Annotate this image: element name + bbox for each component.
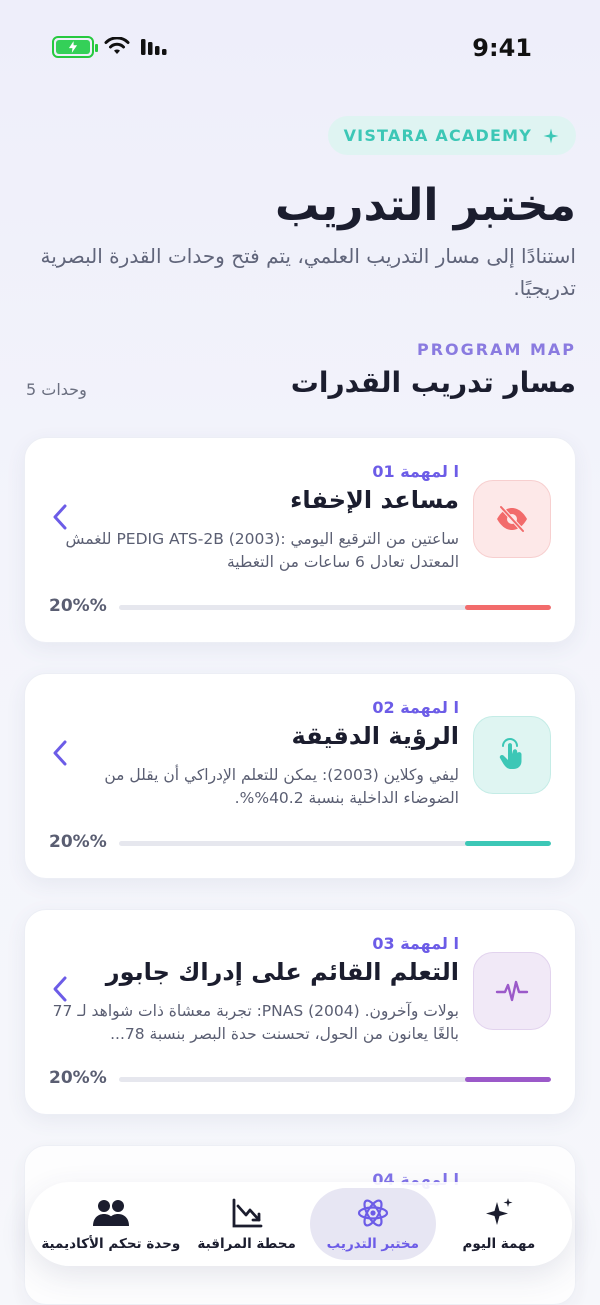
progress-percent: 20%% [49,596,107,616]
mission-card-3[interactable]: ا لمهمة 03 التعلم القائم على إدراك جابور… [24,909,576,1115]
academy-badge: VISTARA ACADEMY [327,116,576,155]
progress-percent: 20%% [49,832,107,852]
sparkles-icon [485,1198,513,1225]
mission-card-2[interactable]: ا لمهمة 02 الرؤية الدقيقة ليفي وكلاين (2… [24,673,576,879]
progress-fill [464,605,551,610]
section-eyebrow: PROGRAM MAP [416,340,576,359]
card-description: بولات وآخرون. (2004) PNAS: تجربة معشاة ذ… [52,1002,459,1044]
card-description: ليفي وكلاين (2003): يمكن للتعلم الإدراكي… [104,766,459,808]
progress-fill [464,1077,551,1082]
chevron-left-icon[interactable] [49,502,71,532]
status-bar: 9:41 [0,0,600,96]
sparkle-icon [543,128,559,143]
tab-bar: مهمة اليوم مختبر التدريب محطة المراقبة و… [28,1182,572,1266]
chevron-left-icon[interactable] [49,974,71,1004]
signal-icon [141,39,167,55]
page-title: مختبر التدريب [275,180,576,231]
users-icon [92,1200,129,1226]
eye-off-icon [473,480,551,558]
mission-label: ا لمهمة 02 [372,698,459,717]
progress-row: 20%% [49,596,551,620]
academy-badge-label: VISTARA ACADEMY [343,126,532,145]
atom-icon [357,1199,388,1227]
card-title: التعلم القائم على إدراك جابور [105,958,459,986]
page-subtitle: استنادًا إلى مسار التدريب العلمي، يتم فت… [40,244,576,301]
progress-row: 20%% [49,832,551,856]
status-time: 9:41 [472,34,532,62]
mission-card-1[interactable]: ا لمهمة 01 مساعد الإخفاء ساعتين من الترق… [24,437,576,643]
tab-label: مختبر التدريب [326,1236,419,1252]
progress-track [119,1077,551,1082]
progress-track [119,605,551,610]
page-header: VISTARA ACADEMY مختبر التدريب استنادًا إ… [24,116,576,304]
mission-label: ا لمهمة 01 [372,462,459,481]
card-title: الرؤية الدقيقة [291,722,459,750]
tab-label: مهمة اليوم [462,1236,536,1252]
chart-icon [232,1198,263,1228]
card-description: ساعتين من الترقيع اليومي :PEDIG ATS-2B (… [65,530,459,572]
tab-academy-console[interactable]: وحدة تحكم الأكاديمية [38,1188,184,1260]
progress-percent: 20%% [49,1068,107,1088]
chevron-left-icon[interactable] [49,738,71,768]
progress-fill [464,841,551,846]
tab-label: وحدة تحكم الأكاديمية [41,1236,181,1252]
tab-label: محطة المراقبة [197,1236,296,1252]
status-icons [52,36,168,58]
tap-hand-icon [473,716,551,794]
tab-today-mission[interactable]: مهمة اليوم [436,1188,562,1260]
section-title: مسار تدريب القدرات [290,366,576,399]
progress-track [119,841,551,846]
progress-row: 20%% [49,1068,551,1092]
tab-monitoring-station[interactable]: محطة المراقبة [184,1188,310,1260]
card-title: مساعد الإخفاء [290,486,459,514]
pulse-icon [473,952,551,1030]
section-count: وحدات 5 [26,380,87,399]
tab-training-lab[interactable]: مختبر التدريب [309,1188,436,1260]
battery-icon [52,36,98,58]
mission-label: ا لمهمة 03 [372,934,459,953]
wifi-icon [104,37,130,54]
